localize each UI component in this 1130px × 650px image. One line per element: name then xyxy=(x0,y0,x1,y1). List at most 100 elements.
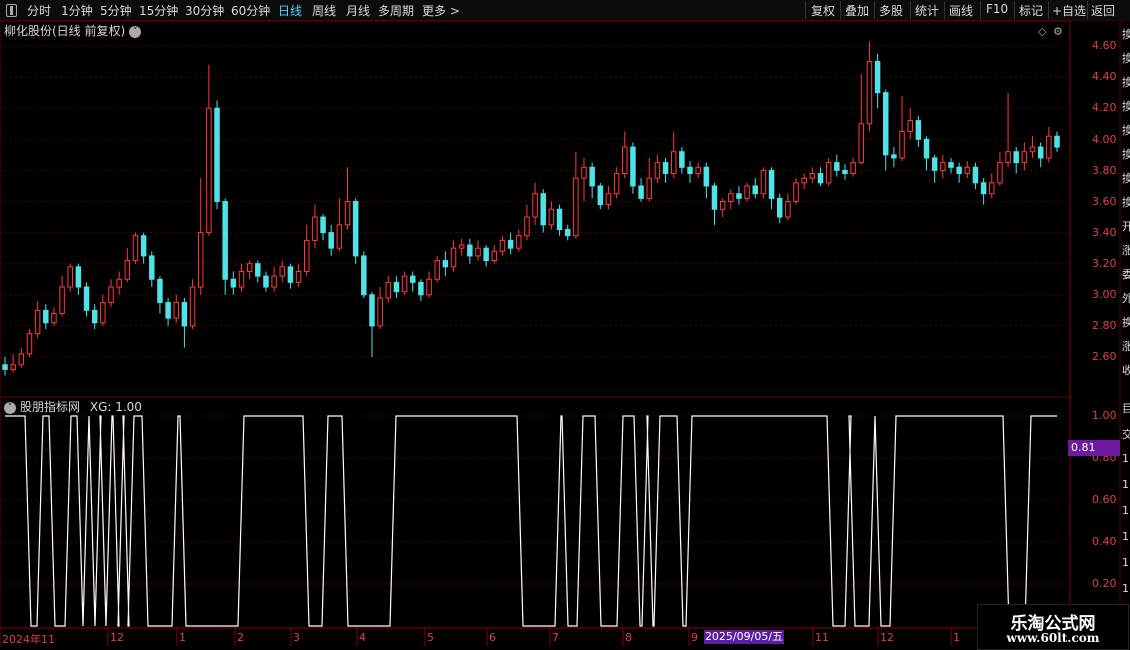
candle-body xyxy=(255,263,261,277)
candle-body xyxy=(108,286,114,304)
candle-body xyxy=(834,162,840,171)
candle-body xyxy=(100,302,106,324)
candle-body xyxy=(630,146,636,187)
candle-body xyxy=(206,107,212,234)
candle-body xyxy=(91,309,98,324)
candle-body xyxy=(1046,135,1052,159)
chart-canvas[interactable]: ◇ ⚙ xyxy=(0,0,1130,650)
candle-body xyxy=(744,185,750,199)
indicator-axis-label: 0.40 xyxy=(1092,535,1117,548)
candle-body xyxy=(369,294,375,327)
settings-gear-icon[interactable]: ⚙ xyxy=(1053,25,1063,38)
candle-body xyxy=(883,92,889,156)
side-panel-char: 換 xyxy=(1122,28,1130,41)
diamond-icon[interactable]: ◇ xyxy=(1038,25,1047,38)
candle-body xyxy=(157,278,163,304)
candle-body xyxy=(149,255,155,280)
candle-body xyxy=(434,260,440,280)
watermark-url: www.60lt.com xyxy=(1006,631,1100,645)
candle-body xyxy=(124,260,131,280)
candle-body xyxy=(597,185,604,206)
candle-body xyxy=(695,166,701,175)
candle-body xyxy=(1029,146,1036,153)
time-axis-label: 1 xyxy=(953,631,960,644)
candle-body xyxy=(638,185,644,199)
candle-body xyxy=(450,247,457,268)
chevron-down-icon[interactable]: ˅ xyxy=(4,401,16,414)
candle-body xyxy=(214,107,220,202)
candle-body xyxy=(1013,151,1019,164)
candle-body xyxy=(581,166,587,179)
candle-body xyxy=(43,309,49,324)
watermark-logo: 乐淘公式网 www.60lt.com xyxy=(977,604,1129,650)
candle-body xyxy=(173,302,179,319)
candle-body xyxy=(711,185,718,210)
side-panel-char: 1 xyxy=(1122,504,1129,517)
candle-body xyxy=(132,235,139,262)
candle-body xyxy=(83,286,90,311)
candle-body xyxy=(768,169,775,199)
candle-body xyxy=(997,162,1003,184)
candle-body xyxy=(825,162,832,184)
candle-body xyxy=(75,266,82,288)
candle-body xyxy=(499,239,506,252)
candle-body xyxy=(377,297,383,327)
candle-body xyxy=(670,151,677,175)
side-panel-char: 換 xyxy=(1122,76,1130,89)
candle-body xyxy=(776,197,783,218)
chevron-down-icon[interactable]: ˅ xyxy=(129,25,142,38)
candle-body xyxy=(524,216,530,237)
stock-title-bar: 柳化股份(日线 前复权) ˅ xyxy=(4,22,142,39)
side-panel-char: 交 xyxy=(1122,428,1130,441)
candle-body xyxy=(842,169,848,175)
stock-title: 柳化股份(日线 前复权) xyxy=(4,24,126,38)
candle-body xyxy=(336,224,343,249)
candle-body xyxy=(866,61,873,125)
side-panel-char: 換 xyxy=(1122,100,1130,113)
candle-body xyxy=(328,232,334,249)
candle-body xyxy=(589,166,595,187)
candle-body xyxy=(964,166,971,175)
candle-body xyxy=(165,302,171,319)
candle-body xyxy=(10,364,16,370)
candle-body xyxy=(352,201,359,257)
price-axis-label: 3.20 xyxy=(1092,257,1117,270)
indicator-axis-label: 0.20 xyxy=(1092,577,1117,590)
candle-body xyxy=(728,193,734,203)
side-panel-char: 外 xyxy=(1122,292,1130,305)
candle-body xyxy=(556,208,563,230)
candle-body xyxy=(385,281,392,299)
candle-body xyxy=(246,263,253,272)
candle-body xyxy=(785,201,791,218)
cursor-date-box: 2025/09/05/五 xyxy=(704,630,784,644)
side-panel-char: 1 xyxy=(1122,582,1129,595)
candle-body xyxy=(467,244,473,257)
candle-body xyxy=(140,235,147,257)
time-axis-label: 2 xyxy=(237,631,244,644)
current-value-badge: 0.81 xyxy=(1068,440,1120,456)
candle-body xyxy=(320,216,326,234)
candle-body xyxy=(736,193,742,199)
candle-body xyxy=(18,353,25,366)
candle-body xyxy=(2,364,8,370)
candle-body xyxy=(442,260,449,268)
time-axis-label: 2024年11 xyxy=(2,633,55,646)
indicator-panel-frame xyxy=(0,396,1071,629)
side-panel-char: 換 xyxy=(1122,148,1130,161)
candle-body xyxy=(426,278,432,296)
price-axis-label: 3.40 xyxy=(1092,226,1117,239)
time-axis-label: 12 xyxy=(880,631,894,644)
candle-body xyxy=(312,216,318,241)
candle-body xyxy=(891,154,897,159)
candle-body xyxy=(907,120,913,133)
time-axis-label: 9 xyxy=(691,631,698,644)
side-panel-char: 开 xyxy=(1122,220,1130,233)
price-axis-label: 3.00 xyxy=(1092,288,1117,301)
candle-body xyxy=(679,151,685,168)
candle-body xyxy=(989,182,995,195)
time-axis-label: 4 xyxy=(359,631,366,644)
candle-body xyxy=(361,255,367,296)
candle-body xyxy=(222,201,228,280)
price-axis-label: 4.40 xyxy=(1092,70,1117,83)
candle-body xyxy=(189,286,196,327)
